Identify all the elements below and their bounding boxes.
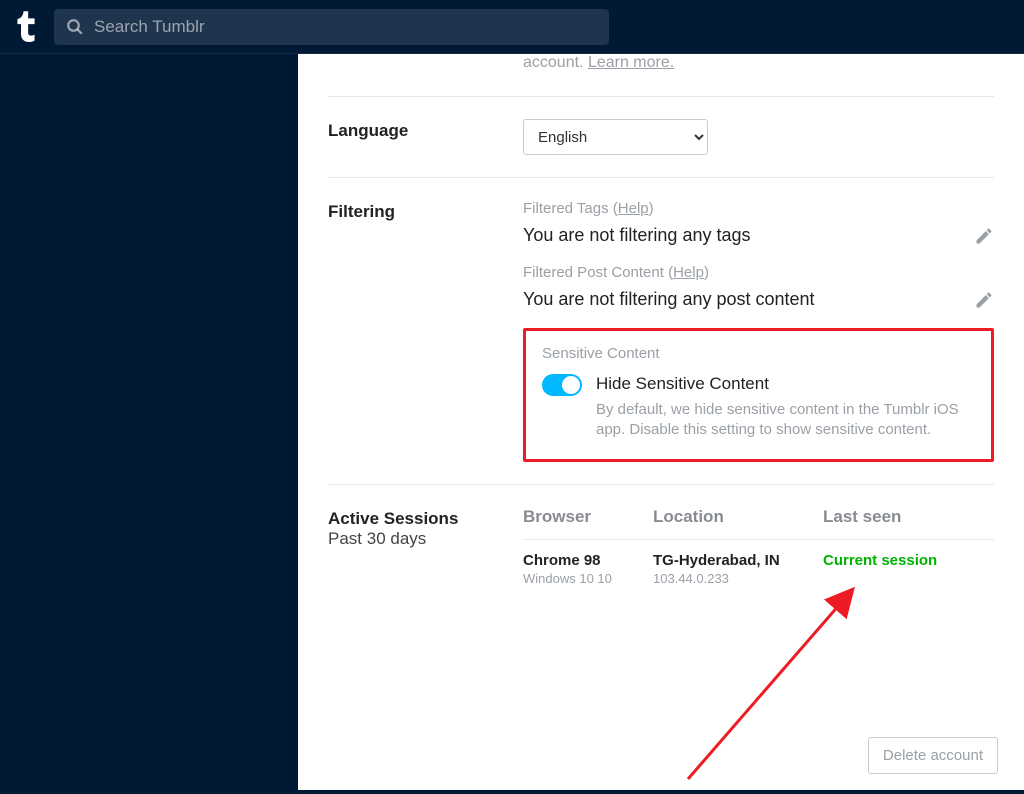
session-row: Chrome 98 Windows 10 10 TG-Hyderabad, IN… <box>523 540 994 586</box>
sessions-header-row: Browser Location Last seen <box>523 507 994 540</box>
search-bar[interactable] <box>54 9 609 45</box>
filtered-content-header: Filtered Post Content (Help) <box>523 264 994 281</box>
language-label: Language <box>328 119 523 155</box>
edit-filtered-tags-button[interactable] <box>974 226 994 246</box>
filtered-tags-header: Filtered Tags (Help) <box>523 200 994 217</box>
sensitive-content-header: Sensitive Content <box>542 345 975 362</box>
hide-sensitive-desc: By default, we hide sensitive content in… <box>596 400 975 441</box>
hide-sensitive-toggle[interactable] <box>542 374 582 396</box>
search-icon <box>66 18 84 36</box>
sensitive-content-highlight: Sensitive Content Hide Sensitive Content… <box>523 328 994 462</box>
col-browser: Browser <box>523 507 653 527</box>
active-sessions-label: Active Sessions Past 30 days <box>328 507 523 586</box>
tumblr-logo[interactable] <box>12 7 40 47</box>
filtering-label: Filtering <box>328 200 523 462</box>
edit-filtered-content-button[interactable] <box>974 290 994 310</box>
col-last-seen: Last seen <box>823 507 994 527</box>
col-location: Location <box>653 507 823 527</box>
filtered-tags-help-link[interactable]: Help <box>618 200 649 217</box>
session-os: Windows 10 10 <box>523 571 653 586</box>
partial-account-text: account. Learn more. <box>523 54 674 71</box>
delete-account-button[interactable]: Delete account <box>868 737 998 774</box>
session-ip: 103.44.0.233 <box>653 571 823 586</box>
filtered-tags-empty-text: You are not filtering any tags <box>523 225 751 246</box>
session-location: TG-Hyderabad, IN <box>653 552 823 569</box>
session-browser: Chrome 98 <box>523 552 653 569</box>
session-last-seen: Current session <box>823 552 994 569</box>
hide-sensitive-title: Hide Sensitive Content <box>596 374 975 394</box>
settings-panel: account. Learn more. Language English Fi… <box>298 54 1024 790</box>
language-select[interactable]: English <box>523 119 708 155</box>
learn-more-link[interactable]: Learn more. <box>588 54 674 71</box>
search-input[interactable] <box>94 17 597 37</box>
filtered-content-empty-text: You are not filtering any post content <box>523 289 815 310</box>
filtered-content-help-link[interactable]: Help <box>673 264 704 281</box>
